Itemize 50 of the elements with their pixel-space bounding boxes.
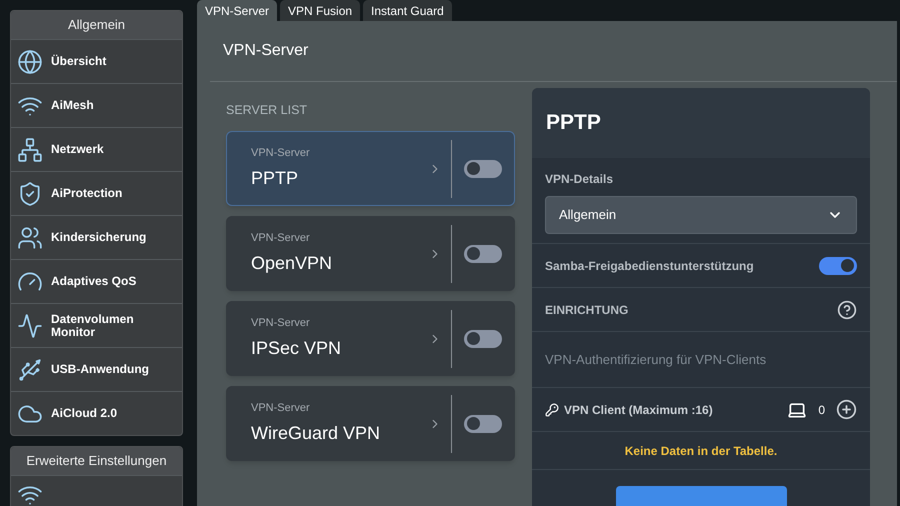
add-icon[interactable]	[836, 399, 857, 420]
toggle-switch[interactable]	[464, 414, 502, 432]
field-label: VPN-Details	[545, 171, 614, 188]
usb-icon	[17, 356, 43, 382]
sidebar-item[interactable]: Übersicht	[11, 39, 182, 83]
details-dropdown[interactable]: Allgemein	[545, 196, 857, 234]
section-title: SERVER LIST	[226, 102, 308, 119]
server-name: IPSec VPN	[251, 336, 342, 360]
server-name: PPTP	[251, 166, 300, 190]
activity-icon	[17, 312, 43, 338]
help-icon[interactable]	[837, 300, 857, 320]
server-caption: VPN-Server	[251, 146, 311, 162]
server-card[interactable]: VPN-Server WireGuard VPN	[226, 386, 515, 461]
client-label: VPN Client (Maximum :16)	[564, 402, 714, 418]
sidebar-item[interactable]: Kindersicherung	[11, 215, 182, 259]
sidebar-item[interactable]: Netzwerk	[11, 127, 182, 171]
section-header: Allgemein	[11, 11, 182, 39]
sidebar-item[interactable]: AiMesh	[11, 83, 182, 127]
section-title: EINRICHTUNG	[545, 302, 628, 318]
server-card[interactable]: VPN-Server OpenVPN	[226, 216, 515, 291]
sidebar-item[interactable]: AiProtection	[11, 171, 182, 215]
server-caption: VPN-Server	[251, 401, 311, 416]
sidebar-item[interactable]: Datenvolumen Monitor	[11, 303, 182, 347]
setting-label: Samba-Freigabedienstunterstützung	[545, 258, 754, 274]
toggle-switch[interactable]	[819, 256, 857, 274]
tab[interactable]: VPN Fusion	[280, 0, 360, 21]
detail-title: PPTP	[532, 88, 870, 158]
globe-icon	[17, 48, 43, 74]
sidebar-item[interactable]: Adaptives QoS	[11, 259, 182, 303]
toggle-switch[interactable]	[464, 160, 502, 178]
auth-text: VPN-Authentifizierung für VPN-Clients	[545, 350, 766, 369]
server-card[interactable]: VPN-Server IPSec VPN	[226, 301, 515, 376]
tab[interactable]: Instant Guard	[363, 0, 452, 21]
server-card[interactable]: VPN-Server PPTP	[226, 131, 515, 206]
key-icon	[545, 402, 559, 416]
server-caption: VPN-Server	[251, 231, 311, 246]
sidebar-item[interactable]: USB-Anwendung	[11, 347, 182, 391]
network-icon	[17, 136, 43, 162]
server-name: WireGuard VPN	[251, 422, 382, 445]
page-title: VPN-Server	[210, 21, 897, 82]
sidebar-item[interactable]: AiCloud 2.0	[11, 391, 182, 435]
users-icon	[17, 224, 43, 250]
section-header: Erweiterte Einstellungen	[11, 447, 182, 475]
client-count: 0	[818, 402, 825, 418]
toggle-switch[interactable]	[464, 330, 502, 348]
server-name: OpenVPN	[251, 252, 334, 275]
empty-message: Keine Daten in der Tabelle.	[624, 442, 778, 460]
toggle-switch[interactable]	[464, 244, 502, 262]
server-caption: VPN-Server	[251, 316, 311, 332]
tab[interactable]: VPN-Server	[197, 0, 278, 21]
